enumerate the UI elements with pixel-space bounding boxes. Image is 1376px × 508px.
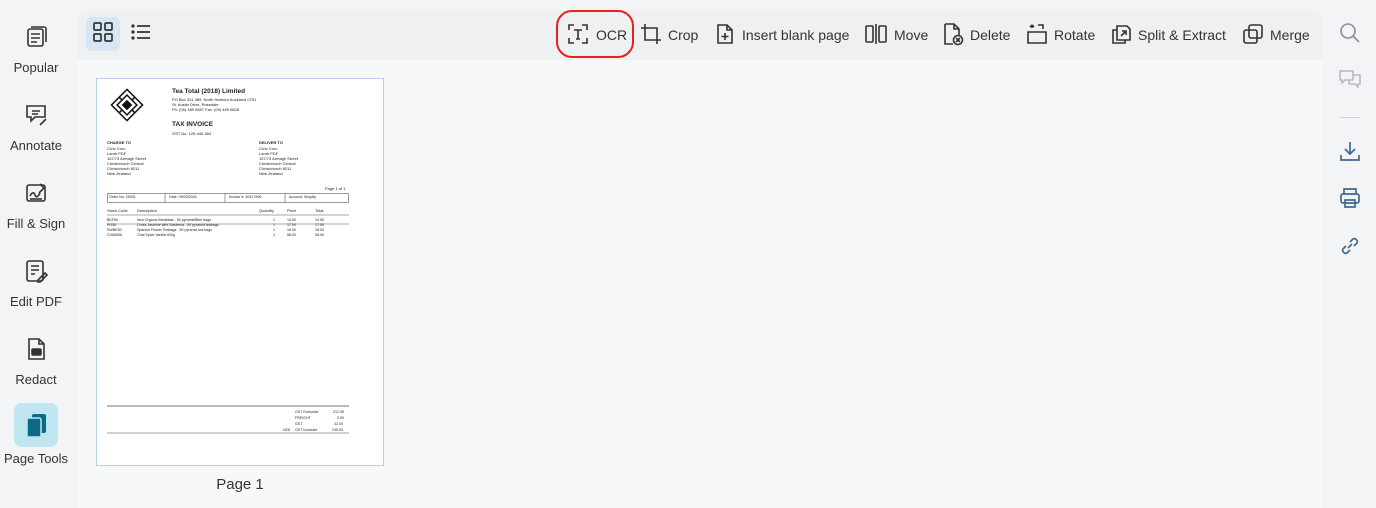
list-view-icon <box>130 21 152 48</box>
doc-total-value: 245.00 <box>332 428 343 432</box>
crop-label: Crop <box>668 27 699 43</box>
split-extract-button[interactable]: Split & Extract <box>1110 22 1226 48</box>
merge-label: Merge <box>1270 27 1310 43</box>
comments-button[interactable] <box>1336 68 1364 96</box>
grid-view-button[interactable] <box>86 17 120 51</box>
rotate-label: Rotate <box>1054 27 1096 43</box>
doc-cell: 58.00 <box>315 233 324 237</box>
edit-pdf-icon <box>21 256 51 286</box>
doc-address-line: Ph: (09) 489 0897 Fax: (09) 489 0828 <box>172 107 239 112</box>
doc-col-header: Stock Code <box>107 208 128 213</box>
doc-order-cell: Date: 09/03/2024 <box>169 195 197 199</box>
ocr-icon <box>566 22 590 49</box>
doc-page-of: Page 1 of 1 <box>325 186 346 191</box>
search-button[interactable] <box>1336 21 1364 49</box>
doc-gst-no: GST No. 129-440-564 <box>172 131 212 136</box>
link-button[interactable] <box>1336 234 1364 262</box>
fill-sign-icon <box>21 178 51 208</box>
delete-icon <box>942 22 964 49</box>
doc-charge-to-label: CHARGE TO <box>107 140 131 145</box>
doc-total-label: GST Exclusive <box>295 410 319 414</box>
doc-total-value: 32.00 <box>334 422 343 426</box>
doc-col-header: Total <box>315 208 324 213</box>
app-root: Popular Annotate Fill & Sign Edit PDF Re… <box>0 0 1376 508</box>
download-button[interactable] <box>1336 139 1364 167</box>
search-icon <box>1339 22 1361 49</box>
crop-icon <box>640 23 662 48</box>
doc-cell: CVA5006 <box>107 233 123 237</box>
redact-icon <box>21 334 51 364</box>
doc-heading: TAX INVOICE <box>172 121 214 128</box>
doc-col-header: Quantity <box>259 208 274 213</box>
move-label: Move <box>894 27 929 43</box>
sidebar-divider <box>1340 117 1360 118</box>
popular-icon <box>21 22 51 52</box>
sidebar-item-redact[interactable]: Redact <box>0 324 72 394</box>
doc-company: Tea Total (2018) Limited <box>172 88 246 95</box>
rotate-icon <box>1026 23 1048 48</box>
merge-icon <box>1242 23 1264 48</box>
doc-total-value: 0.00 <box>337 416 344 420</box>
download-icon <box>1339 140 1361 167</box>
sidebar-item-fill-sign[interactable]: Fill & Sign <box>0 168 72 238</box>
page-grid: Tea Total (2018) Limited PO Box 331 489,… <box>78 60 1322 508</box>
doc-order-cell: Account: Shopify <box>289 195 316 199</box>
sidebar-item-label: Popular <box>13 60 59 75</box>
toolbar: OCR Crop Insert blank page Move Delete R… <box>78 10 1322 60</box>
invoice-document: Tea Total (2018) Limited PO Box 331 489,… <box>107 85 357 459</box>
split-extract-icon <box>1110 23 1132 48</box>
ocr-button[interactable]: OCR <box>566 22 627 48</box>
doc-order-cell: Order No. 25001 <box>109 195 136 199</box>
doc-order-cell: Invoice #: 30417906 <box>229 195 262 199</box>
page-tools-panel: OCR Crop Insert blank page Move Delete R… <box>78 10 1322 508</box>
comments-icon <box>1338 69 1362 96</box>
doc-col-header: Price <box>287 208 297 213</box>
split-extract-label: Split & Extract <box>1138 27 1226 43</box>
merge-button[interactable]: Merge <box>1242 22 1310 48</box>
doc-col-header: Description <box>137 208 158 213</box>
right-sidebar <box>1326 0 1376 508</box>
move-button[interactable]: Move <box>864 22 928 48</box>
doc-total-prefix: NZD <box>283 428 291 432</box>
print-icon <box>1339 187 1361 214</box>
grid-view-icon <box>92 21 114 48</box>
doc-deliver-line: New Zealand <box>259 171 283 176</box>
insert-page-icon <box>714 23 736 48</box>
doc-total-value: 212.95 <box>333 410 344 414</box>
left-sidebar: Popular Annotate Fill & Sign Edit PDF Re… <box>0 0 72 508</box>
doc-total-label: GST <box>295 422 303 426</box>
page-tools-icon <box>14 403 58 447</box>
page-label: Page 1 <box>216 476 264 493</box>
rotate-button[interactable]: Rotate <box>1026 22 1095 48</box>
doc-cell: 58.00 <box>287 233 296 237</box>
insert-blank-page-button[interactable]: Insert blank page <box>714 22 849 48</box>
company-logo <box>110 88 144 122</box>
doc-cell: Chai Spice Vanilla 500g <box>137 233 175 237</box>
move-icon <box>864 23 888 48</box>
doc-deliver-to-label: DELIVER TO <box>259 140 283 145</box>
delete-label: Delete <box>970 27 1011 43</box>
sidebar-item-edit-pdf[interactable]: Edit PDF <box>0 246 72 316</box>
insert-blank-page-label: Insert blank page <box>742 27 850 43</box>
delete-button[interactable]: Delete <box>942 22 1010 48</box>
sidebar-item-page-tools[interactable]: Page Tools <box>0 403 72 473</box>
annotate-icon <box>21 100 51 130</box>
doc-charge-line: New Zealand <box>107 171 131 176</box>
print-button[interactable] <box>1336 186 1364 214</box>
sidebar-item-label: Redact <box>15 372 57 387</box>
list-view-button[interactable] <box>124 17 158 51</box>
doc-total-label: GST Inclusive <box>295 428 318 432</box>
sidebar-item-annotate[interactable]: Annotate <box>0 90 72 160</box>
ocr-label: OCR <box>596 27 628 43</box>
crop-button[interactable]: Crop <box>640 22 698 48</box>
sidebar-item-label: Edit PDF <box>9 294 62 309</box>
doc-cell: 1 <box>273 233 275 237</box>
doc-total-label: FREIGHT <box>295 416 311 420</box>
sidebar-item-popular[interactable]: Popular <box>0 12 72 82</box>
sidebar-item-label: Fill & Sign <box>6 216 66 231</box>
link-icon <box>1339 235 1361 262</box>
sidebar-item-label: Page Tools <box>3 451 69 466</box>
sidebar-item-label: Annotate <box>9 138 63 153</box>
page-thumbnail[interactable]: Tea Total (2018) Limited PO Box 331 489,… <box>96 78 384 466</box>
